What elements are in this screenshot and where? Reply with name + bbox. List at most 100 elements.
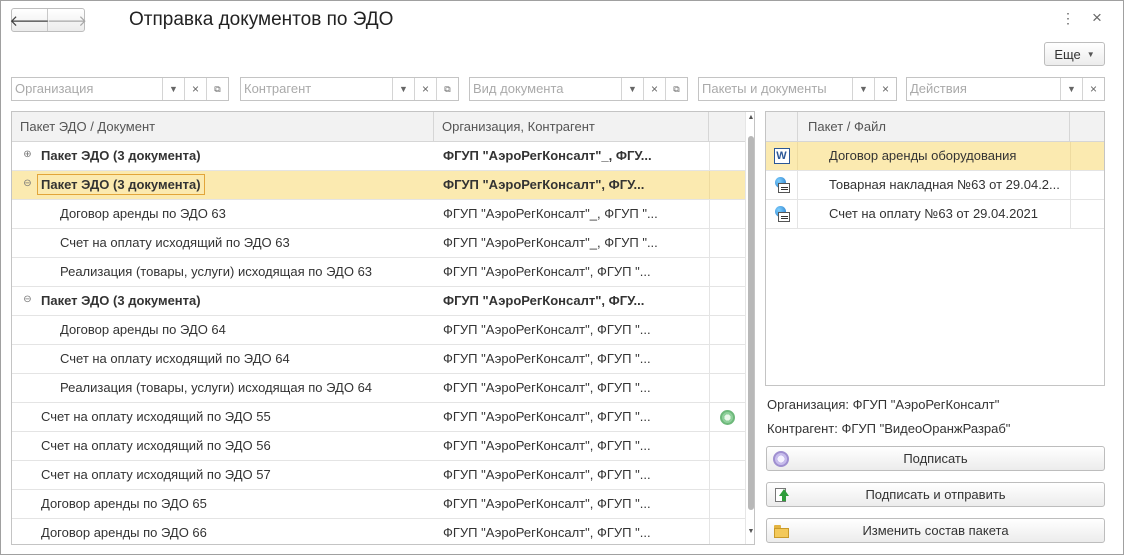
filter-organization[interactable]: Организация ▼ × ⧉ (11, 77, 229, 101)
table-row[interactable]: Счет на оплату исходящий по ЭДО 56 ФГУП "… (12, 432, 745, 461)
open-icon[interactable]: ⧉ (665, 78, 687, 100)
status-cell[interactable] (709, 374, 745, 402)
table-row[interactable]: Счет на оплату исходящий по ЭДО 55 ФГУП "… (12, 403, 745, 432)
filter-document-type[interactable]: Вид документа ▼ × ⧉ (469, 77, 688, 101)
organization-cell[interactable]: ФГУП "АэроРегКонсалт", ФГУП "... (443, 258, 708, 286)
document-cell[interactable]: ⊕ Пакет ЭДО (3 документа) (12, 142, 434, 170)
document-cell[interactable]: ⊖ Пакет ЭДО (3 документа) (12, 287, 434, 315)
status-cell[interactable] (709, 258, 745, 286)
filter-packages[interactable]: Пакеты и документы ▼ × (698, 77, 897, 101)
organization-cell[interactable]: ФГУП "АэроРегКонсалт", ФГУП "... (443, 519, 708, 544)
clear-icon[interactable]: × (414, 78, 436, 100)
package-files-table[interactable]: Пакет / Файл W Договор аренды оборудовани… (765, 111, 1105, 386)
file-row[interactable]: W Договор аренды оборудования (766, 142, 1104, 171)
column-header-document[interactable]: Пакет ЭДО / Документ (12, 112, 434, 141)
document-cell[interactable]: Счет на оплату исходящий по ЭДО 63 (12, 229, 434, 257)
vertical-scrollbar[interactable]: ▲ ▼ (745, 112, 754, 544)
collapse-icon[interactable]: ⊖ (23, 295, 32, 305)
back-arrow-icon[interactable]: 🡐 (9, 9, 50, 31)
document-cell[interactable]: Реализация (товары, услуги) исходящая по… (12, 258, 434, 286)
organization-cell[interactable]: ФГУП "АэроРегКонсалт", ФГУ... (443, 171, 708, 199)
status-cell[interactable] (709, 200, 745, 228)
dropdown-icon[interactable]: ▼ (162, 78, 184, 100)
sign-button[interactable]: Подписать (766, 446, 1105, 471)
status-cell[interactable] (709, 287, 745, 315)
forward-arrow-icon[interactable]: 🡒 (47, 9, 87, 31)
file-row[interactable]: Товарная накладная №63 от 29.04.2... (766, 171, 1104, 200)
filter-organization-input[interactable]: Организация (12, 78, 162, 100)
organization-cell[interactable]: ФГУП "АэроРегКонсалт", ФГУП "... (443, 403, 708, 431)
document-cell[interactable]: Счет на оплату исходящий по ЭДО 57 (12, 461, 434, 489)
table-row[interactable]: Счет на оплату исходящий по ЭДО 57 ФГУП "… (12, 461, 745, 490)
status-cell[interactable] (709, 316, 745, 344)
status-cell[interactable] (709, 519, 745, 544)
document-cell[interactable]: Счет на оплату исходящий по ЭДО 55 (12, 403, 434, 431)
table-row[interactable]: Договор аренды по ЭДО 66 ФГУП "АэроРегКон… (12, 519, 745, 544)
document-cell[interactable]: Договор аренды по ЭДО 63 (12, 200, 434, 228)
dropdown-icon[interactable]: ▼ (852, 78, 874, 100)
dropdown-icon[interactable]: ▼ (392, 78, 414, 100)
clear-icon[interactable]: × (874, 78, 896, 100)
document-cell[interactable]: ⊖ Пакет ЭДО (3 документа) (12, 171, 434, 199)
document-cell[interactable]: Договор аренды по ЭДО 66 (12, 519, 434, 544)
open-icon[interactable]: ⧉ (436, 78, 458, 100)
scroll-up-icon[interactable]: ▲ (747, 114, 754, 121)
clear-icon[interactable]: × (1082, 78, 1104, 100)
organization-cell[interactable]: ФГУП "АэроРегКонсалт", ФГУП "... (443, 461, 708, 489)
document-cell[interactable]: Договор аренды по ЭДО 64 (12, 316, 434, 344)
table-row[interactable]: Реализация (товары, услуги) исходящая по… (12, 374, 745, 403)
filter-counterparty-input[interactable]: Контрагент (241, 78, 392, 100)
table-row[interactable]: ⊕ Пакет ЭДО (3 документа) ФГУП "АэроРегКон… (12, 142, 745, 171)
clear-icon[interactable]: × (184, 78, 206, 100)
organization-cell[interactable]: ФГУП "АэроРегКонсалт", ФГУП "... (443, 316, 708, 344)
more-options-icon[interactable]: ⋮ (1060, 9, 1076, 27)
document-cell[interactable]: Реализация (товары, услуги) исходящая по… (12, 374, 434, 402)
table-row[interactable]: Договор аренды по ЭДО 64 ФГУП "АэроРегКон… (12, 316, 745, 345)
organization-cell[interactable]: ФГУП "АэроРегКонсалт", ФГУП "... (443, 432, 708, 460)
table-row[interactable]: Договор аренды по ЭДО 63 ФГУП "АэроРегКон… (12, 200, 745, 229)
column-header-status[interactable] (709, 112, 745, 141)
status-cell[interactable] (709, 432, 745, 460)
filter-actions-input[interactable]: Действия (907, 78, 1060, 100)
organization-cell[interactable]: ФГУП "АэроРегКонсалт"_, ФГУ... (443, 142, 708, 170)
organization-cell[interactable]: ФГУП "АэроРегКонсалт"_, ФГУП "... (443, 200, 708, 228)
more-menu-button[interactable]: Еще ▼ (1044, 42, 1105, 66)
organization-cell[interactable]: ФГУП "АэроРегКонсалт", ФГУП "... (443, 490, 708, 518)
open-icon[interactable]: ⧉ (206, 78, 228, 100)
status-cell[interactable] (709, 142, 745, 170)
dropdown-icon[interactable]: ▼ (1060, 78, 1082, 100)
scroll-down-icon[interactable]: ▼ (747, 528, 754, 535)
sign-and-send-button[interactable]: Подписать и отправить (766, 482, 1105, 507)
organization-cell[interactable]: ФГУП "АэроРегКонсалт", ФГУ... (443, 287, 708, 315)
filter-document-type-input[interactable]: Вид документа (470, 78, 621, 100)
scrollbar-thumb[interactable] (748, 136, 754, 510)
filter-counterparty[interactable]: Контрагент ▼ × ⧉ (240, 77, 459, 101)
column-header-organization[interactable]: Организация, Контрагент (434, 112, 709, 141)
status-cell[interactable] (709, 171, 745, 199)
file-row[interactable]: Счет на оплату №63 от 29.04.2021 (766, 200, 1104, 229)
table-row[interactable]: ⊖ Пакет ЭДО (3 документа) ФГУП "АэроРегКон… (12, 287, 745, 316)
status-cell[interactable] (709, 403, 745, 431)
document-cell[interactable]: Договор аренды по ЭДО 65 (12, 490, 434, 518)
status-cell[interactable] (709, 345, 745, 373)
expand-icon[interactable]: ⊕ (23, 150, 32, 160)
document-cell[interactable]: Счет на оплату исходящий по ЭДО 56 (12, 432, 434, 460)
documents-table[interactable]: Пакет ЭДО / Документ Организация, Контра… (11, 111, 755, 545)
change-package-button[interactable]: Изменить состав пакета (766, 518, 1105, 543)
column-header-file[interactable]: Пакет / Файл (798, 112, 1070, 141)
table-row[interactable]: ⊖ Пакет ЭДО (3 документа) ФГУП "АэроРегКон… (12, 171, 745, 200)
document-cell[interactable]: Счет на оплату исходящий по ЭДО 64 (12, 345, 434, 373)
table-row[interactable]: Реализация (товары, услуги) исходящая по… (12, 258, 745, 287)
status-cell[interactable] (709, 461, 745, 489)
status-cell[interactable] (709, 229, 745, 257)
status-cell[interactable] (709, 490, 745, 518)
table-row[interactable]: Счет на оплату исходящий по ЭДО 64 ФГУП "… (12, 345, 745, 374)
dropdown-icon[interactable]: ▼ (621, 78, 643, 100)
filter-actions[interactable]: Действия ▼ × (906, 77, 1105, 101)
organization-cell[interactable]: ФГУП "АэроРегКонсалт", ФГУП "... (443, 374, 708, 402)
table-row[interactable]: Счет на оплату исходящий по ЭДО 63 ФГУП "… (12, 229, 745, 258)
filter-packages-input[interactable]: Пакеты и документы (699, 78, 852, 100)
clear-icon[interactable]: × (643, 78, 665, 100)
organization-cell[interactable]: ФГУП "АэроРегКонсалт", ФГУП "... (443, 345, 708, 373)
table-row[interactable]: Договор аренды по ЭДО 65 ФГУП "АэроРегКон… (12, 490, 745, 519)
